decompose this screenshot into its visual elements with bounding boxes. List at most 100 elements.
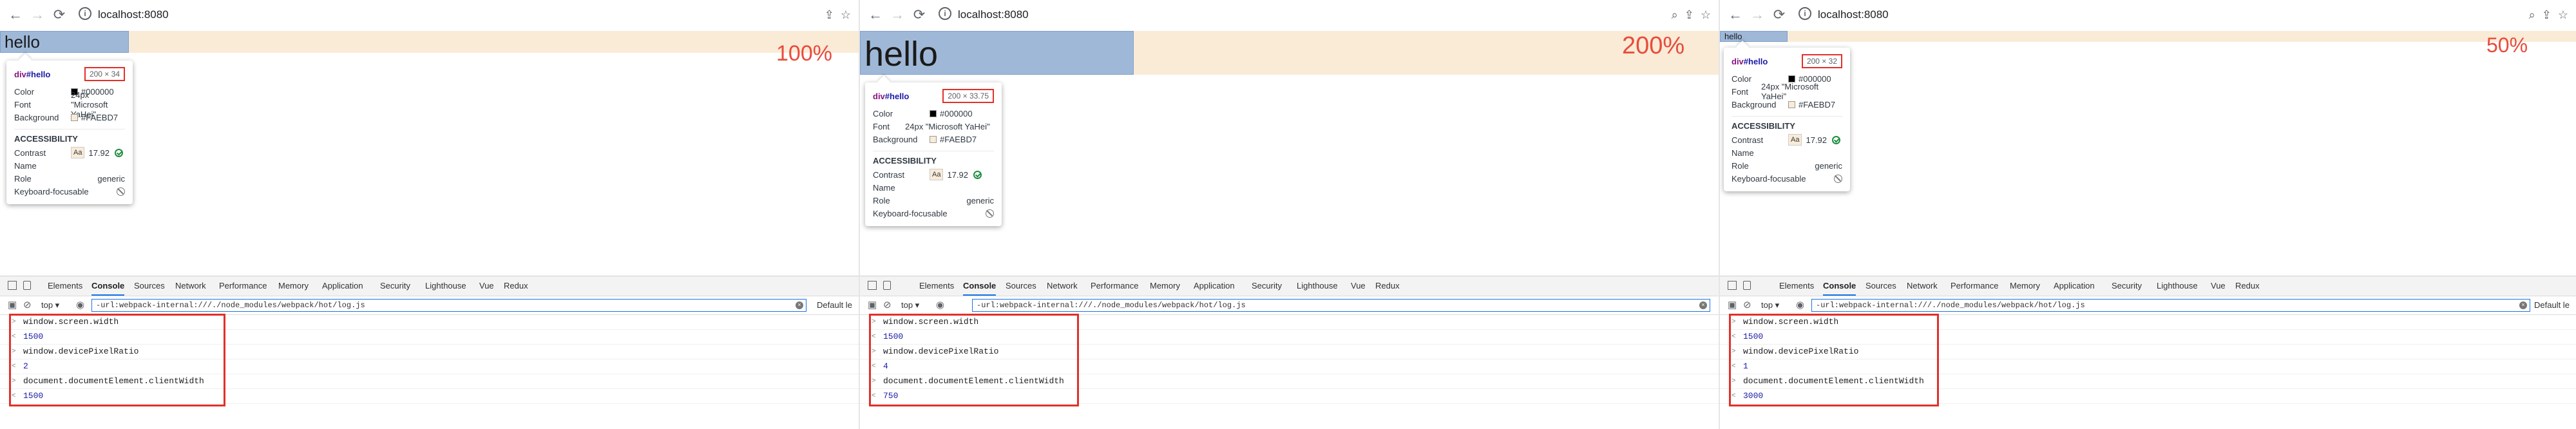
devtools-panel: Elements Console Sources Network Perform… bbox=[860, 276, 1719, 429]
reload-icon[interactable]: ⟳ bbox=[910, 6, 928, 24]
tab-performance[interactable]: Performance bbox=[1091, 276, 1138, 296]
tab-lighthouse[interactable]: Lighthouse bbox=[425, 276, 466, 296]
tab-console[interactable]: Console bbox=[91, 276, 125, 296]
share-icon[interactable]: ⇪ bbox=[2542, 6, 2552, 23]
context-selector[interactable]: top ▾ bbox=[1761, 300, 1779, 311]
live-expression-eye-icon[interactable]: ◉ bbox=[76, 300, 84, 310]
tab-sources[interactable]: Sources bbox=[1865, 276, 1896, 296]
tab-network[interactable]: Network bbox=[1907, 276, 1938, 296]
console-filter-input[interactable]: -url:webpack-internal:///./node_modules/… bbox=[91, 299, 806, 312]
sidebar-toggle-icon[interactable]: ▣ bbox=[1728, 300, 1737, 310]
inspect-element-icon[interactable] bbox=[868, 281, 877, 290]
sidebar-toggle-icon[interactable]: ▣ bbox=[868, 300, 877, 310]
background-swatch bbox=[930, 135, 937, 143]
tab-console[interactable]: Console bbox=[963, 276, 997, 296]
color-value: #000000 bbox=[940, 108, 973, 119]
context-selector[interactable]: top ▾ bbox=[901, 300, 919, 311]
bookmark-star-icon[interactable]: ☆ bbox=[1701, 6, 1711, 23]
address-bar[interactable]: localhost:8080 bbox=[958, 6, 1029, 23]
tab-application[interactable]: Application bbox=[322, 276, 363, 296]
tab-performance[interactable]: Performance bbox=[1951, 276, 1998, 296]
tab-application[interactable]: Application bbox=[2054, 276, 2095, 296]
log-levels-dropdown[interactable]: Default le bbox=[817, 300, 852, 311]
forward-arrow-icon[interactable]: → bbox=[28, 6, 46, 24]
tab-application[interactable]: Application bbox=[1194, 276, 1235, 296]
tab-network[interactable]: Network bbox=[1047, 276, 1078, 296]
reload-icon[interactable]: ⟳ bbox=[50, 6, 68, 24]
clear-console-icon[interactable]: ⊘ bbox=[883, 300, 892, 310]
inspect-element-icon[interactable] bbox=[8, 281, 17, 290]
site-info-icon[interactable]: i bbox=[939, 7, 951, 20]
tab-vue[interactable]: Vue bbox=[479, 276, 494, 296]
contrast-label: Contrast bbox=[1732, 135, 1764, 145]
share-icon[interactable]: ⇪ bbox=[1684, 6, 1694, 23]
tab-redux[interactable]: Redux bbox=[1375, 276, 1400, 296]
site-info-icon[interactable]: i bbox=[79, 7, 91, 20]
tab-console[interactable]: Console bbox=[1823, 276, 1856, 296]
device-toolbar-icon[interactable] bbox=[883, 281, 891, 290]
tab-memory[interactable]: Memory bbox=[278, 276, 309, 296]
sidebar-toggle-icon[interactable]: ▣ bbox=[8, 300, 17, 310]
back-arrow-icon[interactable]: ← bbox=[1726, 6, 1744, 24]
clear-console-icon[interactable]: ⊘ bbox=[23, 300, 32, 310]
clear-filter-icon[interactable]: × bbox=[2519, 301, 2527, 309]
zoom-label: 200% bbox=[1622, 32, 1685, 59]
share-icon[interactable]: ⇪ bbox=[825, 6, 834, 23]
bookmark-star-icon[interactable]: ☆ bbox=[841, 6, 851, 23]
console-filter-input[interactable]: -url:webpack-internal:///./node_modules/… bbox=[1811, 299, 2530, 312]
clear-console-icon[interactable]: ⊘ bbox=[1743, 300, 1751, 310]
tab-sources[interactable]: Sources bbox=[1006, 276, 1036, 296]
clear-filter-icon[interactable]: × bbox=[1699, 301, 1707, 309]
tab-performance[interactable]: Performance bbox=[219, 276, 267, 296]
role-label: Role bbox=[14, 173, 32, 184]
background-label: Background bbox=[1732, 99, 1777, 110]
tab-network[interactable]: Network bbox=[175, 276, 206, 296]
clear-filter-icon[interactable]: × bbox=[796, 301, 803, 309]
device-toolbar-icon[interactable] bbox=[23, 281, 31, 290]
accessibility-heading: ACCESSIBILITY bbox=[1732, 116, 1842, 133]
tab-memory[interactable]: Memory bbox=[1150, 276, 1180, 296]
tab-sources[interactable]: Sources bbox=[134, 276, 165, 296]
tab-vue[interactable]: Vue bbox=[2211, 276, 2226, 296]
reload-icon[interactable]: ⟳ bbox=[1770, 6, 1788, 24]
address-bar[interactable]: localhost:8080 bbox=[1818, 6, 1889, 23]
address-bar[interactable]: localhost:8080 bbox=[98, 6, 169, 23]
site-info-icon[interactable]: i bbox=[1798, 7, 1811, 20]
bookmark-star-icon[interactable]: ☆ bbox=[2558, 6, 2568, 23]
log-levels-dropdown[interactable]: Default le bbox=[2534, 300, 2570, 311]
tab-vue[interactable]: Vue bbox=[1351, 276, 1366, 296]
tab-security[interactable]: Security bbox=[380, 276, 410, 296]
keyboard-focusable-label: Keyboard-focusable bbox=[873, 208, 948, 218]
tab-redux[interactable]: Redux bbox=[2235, 276, 2260, 296]
zoom-icon[interactable]: ⌕ bbox=[1672, 6, 1678, 23]
page-viewport: hello 50% div#hello 200 × 32 Color #00000… bbox=[1720, 31, 2576, 276]
device-toolbar-icon[interactable] bbox=[1743, 281, 1751, 290]
live-expression-eye-icon[interactable]: ◉ bbox=[1796, 300, 1804, 310]
tab-elements[interactable]: Elements bbox=[1779, 276, 1814, 296]
hello-text: hello bbox=[864, 35, 939, 73]
back-arrow-icon[interactable]: ← bbox=[6, 6, 24, 24]
forward-arrow-icon[interactable]: → bbox=[888, 6, 906, 24]
browser-toolbar: ← → ⟳ i localhost:8080 ⌕ ⇪ ☆ bbox=[1720, 0, 2576, 32]
tab-lighthouse[interactable]: Lighthouse bbox=[1297, 276, 1338, 296]
console-filter-input[interactable]: -url:webpack-internal:///./node_modules/… bbox=[972, 299, 1710, 312]
tab-lighthouse[interactable]: Lighthouse bbox=[2157, 276, 2198, 296]
live-expression-eye-icon[interactable]: ◉ bbox=[936, 300, 944, 310]
forward-arrow-icon[interactable]: → bbox=[1748, 6, 1766, 24]
not-focusable-icon bbox=[1834, 174, 1842, 183]
tab-elements[interactable]: Elements bbox=[919, 276, 954, 296]
contrast-label: Contrast bbox=[873, 169, 905, 180]
context-selector[interactable]: top ▾ bbox=[41, 300, 59, 311]
tab-security[interactable]: Security bbox=[2112, 276, 2142, 296]
accessibility-heading: ACCESSIBILITY bbox=[873, 151, 994, 168]
tab-security[interactable]: Security bbox=[1252, 276, 1282, 296]
tab-redux[interactable]: Redux bbox=[504, 276, 528, 296]
zoom-icon[interactable]: ⌕ bbox=[2529, 6, 2535, 23]
console-highlight-box bbox=[9, 314, 225, 406]
background-swatch bbox=[1788, 100, 1795, 108]
inspect-element-icon[interactable] bbox=[1728, 281, 1737, 290]
tab-memory[interactable]: Memory bbox=[2010, 276, 2040, 296]
font-value: 24px "Microsoft YaHei" bbox=[905, 121, 990, 131]
back-arrow-icon[interactable]: ← bbox=[866, 6, 884, 24]
tab-elements[interactable]: Elements bbox=[48, 276, 82, 296]
